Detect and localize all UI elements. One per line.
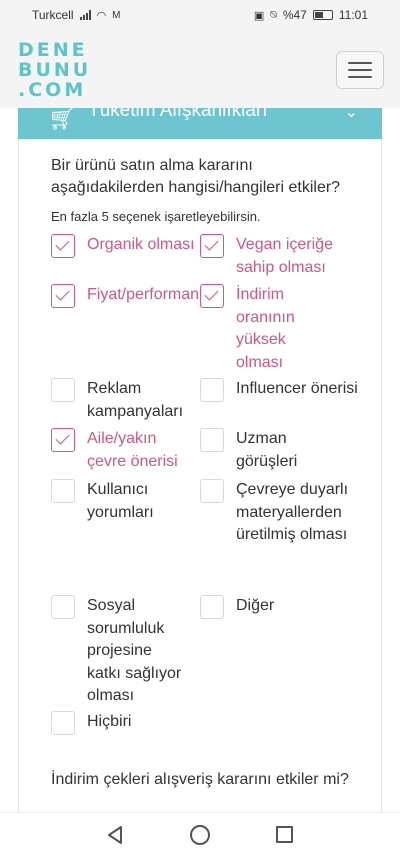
- option-none[interactable]: Hiçbiri: [51, 711, 199, 735]
- option-other[interactable]: Diğer: [200, 595, 362, 619]
- checkbox[interactable]: [200, 378, 224, 402]
- battery-icon: [312, 10, 333, 20]
- option-eco-materials[interactable]: Çevreye duyarlı materyallerden üretilmiş…: [200, 479, 362, 547]
- option-label: Aile/yakın çevre önerisi: [87, 430, 178, 470]
- section-title: Tüketim Alışkanlıkları: [88, 108, 268, 121]
- option-vegan[interactable]: Vegan içeriğe sahip olması: [200, 234, 362, 279]
- cart-icon: 🛒︎: [48, 108, 76, 131]
- option-label: Vegan içeriğe sahip olması: [236, 236, 333, 276]
- status-bar: Turkcell ◠ M ▣ ⍉ %47 11:01: [0, 0, 400, 30]
- checkbox[interactable]: [51, 234, 75, 258]
- checkbox[interactable]: [200, 428, 224, 452]
- option-label: Reklam kampanyaları: [87, 380, 184, 420]
- mute-icon: ⍉: [270, 8, 277, 21]
- chevron-down-icon[interactable]: ⌄: [345, 108, 358, 122]
- option-family[interactable]: Aile/yakın çevre önerisi: [51, 428, 199, 473]
- option-social-responsibility[interactable]: Sosyal sorumluluk projesine katkı sağlıy…: [51, 595, 187, 708]
- checkbox[interactable]: [51, 479, 75, 503]
- recent-apps-icon[interactable]: [276, 826, 293, 843]
- question-text: Bir ürünü satın alma kararını aşağıdakil…: [51, 157, 341, 196]
- option-label: Hiçbiri: [87, 713, 132, 730]
- checkbox[interactable]: [51, 428, 75, 452]
- home-icon[interactable]: [190, 825, 210, 845]
- checkbox[interactable]: [200, 234, 224, 258]
- question-hint: En fazla 5 seçenek işaretleyebilirsin.: [51, 209, 261, 224]
- option-ad-campaigns[interactable]: Reklam kampanyaları: [51, 378, 199, 423]
- option-label: Kullanıcı yorumları: [87, 481, 154, 521]
- option-label: Uzman görüşleri: [236, 430, 298, 470]
- option-price-performance[interactable]: Fiyat/performans dengesi: [51, 284, 201, 308]
- nfc-icon: ▣: [253, 9, 265, 22]
- system-nav-bar: [0, 812, 400, 856]
- option-label: Fiyat/performans dengesi: [87, 286, 201, 303]
- logo-line: .COM: [18, 79, 87, 101]
- notification-icon: M: [112, 9, 121, 21]
- checkbox[interactable]: [51, 284, 75, 308]
- checkbox[interactable]: [200, 479, 224, 503]
- checkbox[interactable]: [200, 595, 224, 619]
- option-influencer[interactable]: Influencer önerisi: [200, 378, 362, 402]
- option-label: Sosyal sorumluluk projesine katkı sağlıy…: [87, 597, 182, 705]
- checkbox[interactable]: [51, 711, 75, 735]
- hamburger-icon: [348, 62, 372, 64]
- carrier-name: Turkcell: [32, 8, 74, 22]
- question-text: İndirim çekleri alışveriş kararını etkil…: [51, 771, 349, 788]
- checkbox[interactable]: [51, 595, 75, 619]
- option-user-reviews[interactable]: Kullanıcı yorumları: [51, 479, 167, 524]
- back-icon[interactable]: [106, 825, 124, 845]
- option-organic[interactable]: Organik olması: [51, 234, 199, 258]
- site-header: DENE BUNU .COM: [0, 30, 400, 108]
- option-label: Influencer önerisi: [236, 380, 358, 397]
- section-header[interactable]: 🛒︎ Tüketim Alışkanlıkları ⌄: [18, 108, 382, 139]
- site-logo[interactable]: DENE BUNU .COM: [18, 40, 91, 100]
- signal-icon: [79, 10, 91, 20]
- checkbox[interactable]: [200, 284, 224, 308]
- logo-line: DENE: [18, 39, 88, 61]
- clock: 11:01: [338, 8, 368, 22]
- checkbox[interactable]: [51, 378, 75, 402]
- menu-button[interactable]: [336, 51, 384, 89]
- option-expert[interactable]: Uzman görüşleri: [200, 428, 316, 473]
- battery-percent: %47: [282, 8, 307, 22]
- wifi-icon: ◠: [96, 9, 107, 22]
- option-label: Organik olması: [87, 236, 195, 253]
- option-label: İndirim oranının yüksek olması: [236, 286, 295, 371]
- option-discount-rate[interactable]: İndirim oranının yüksek olması: [200, 284, 314, 374]
- option-label: Çevreye duyarlı materyallerden üretilmiş…: [236, 481, 349, 544]
- option-label: Diğer: [236, 597, 275, 614]
- logo-line: BUNU: [18, 59, 92, 81]
